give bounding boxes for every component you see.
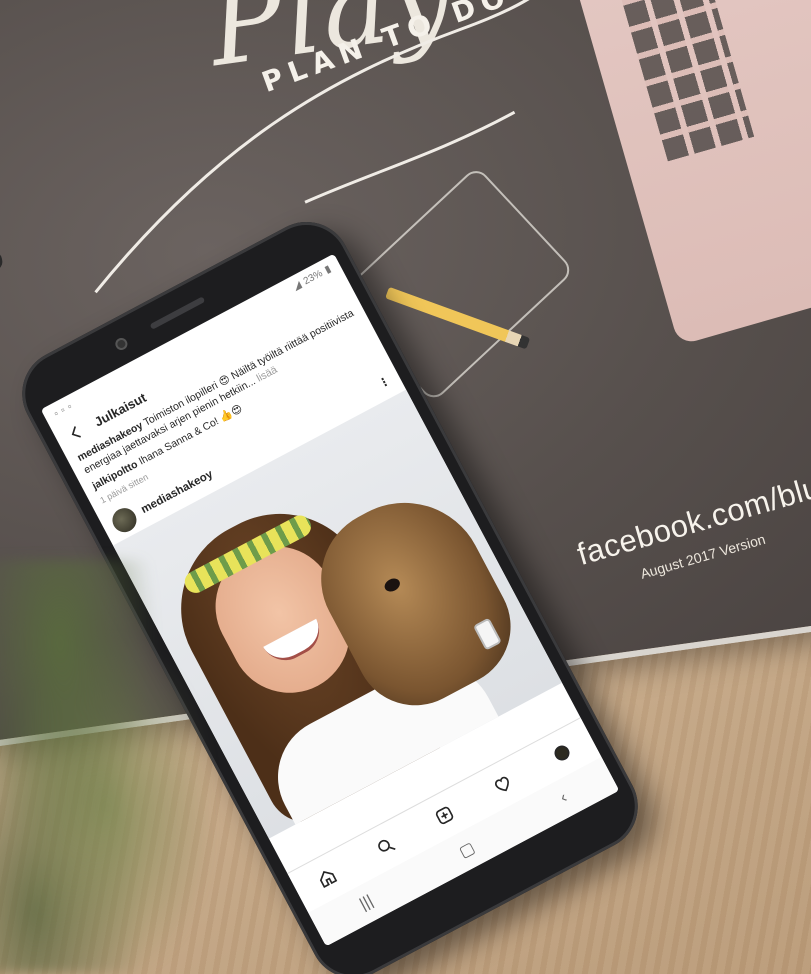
- back-arrow-icon[interactable]: [62, 419, 89, 446]
- photo-scene: Play PLAN TO DO GREAT TH facebook.com/bl…: [0, 0, 811, 974]
- home-button-icon[interactable]: ▢: [456, 838, 479, 863]
- notification-icon: ▫: [65, 400, 74, 413]
- signal-icon: ◢: [291, 278, 304, 293]
- search-icon[interactable]: [372, 833, 399, 860]
- earpiece-speaker: [149, 296, 206, 330]
- more-options-icon[interactable]: ⋮: [376, 373, 393, 391]
- front-camera: [113, 335, 130, 353]
- blurred-plant: [0, 560, 210, 974]
- notification-icon: ▫: [52, 408, 61, 420]
- recent-apps-icon[interactable]: |||: [357, 892, 376, 914]
- battery-icon: ▮: [322, 263, 333, 276]
- new-post-icon[interactable]: [431, 802, 458, 829]
- status-icons-left: ▫ ▫ ▫: [52, 401, 74, 419]
- avatar[interactable]: [108, 503, 141, 537]
- notification-icon: ▫: [58, 404, 68, 416]
- profile-avatar-icon[interactable]: [548, 740, 575, 767]
- back-button-icon[interactable]: ‹: [557, 789, 570, 807]
- home-icon[interactable]: [314, 864, 341, 891]
- heart-icon[interactable]: [490, 771, 517, 798]
